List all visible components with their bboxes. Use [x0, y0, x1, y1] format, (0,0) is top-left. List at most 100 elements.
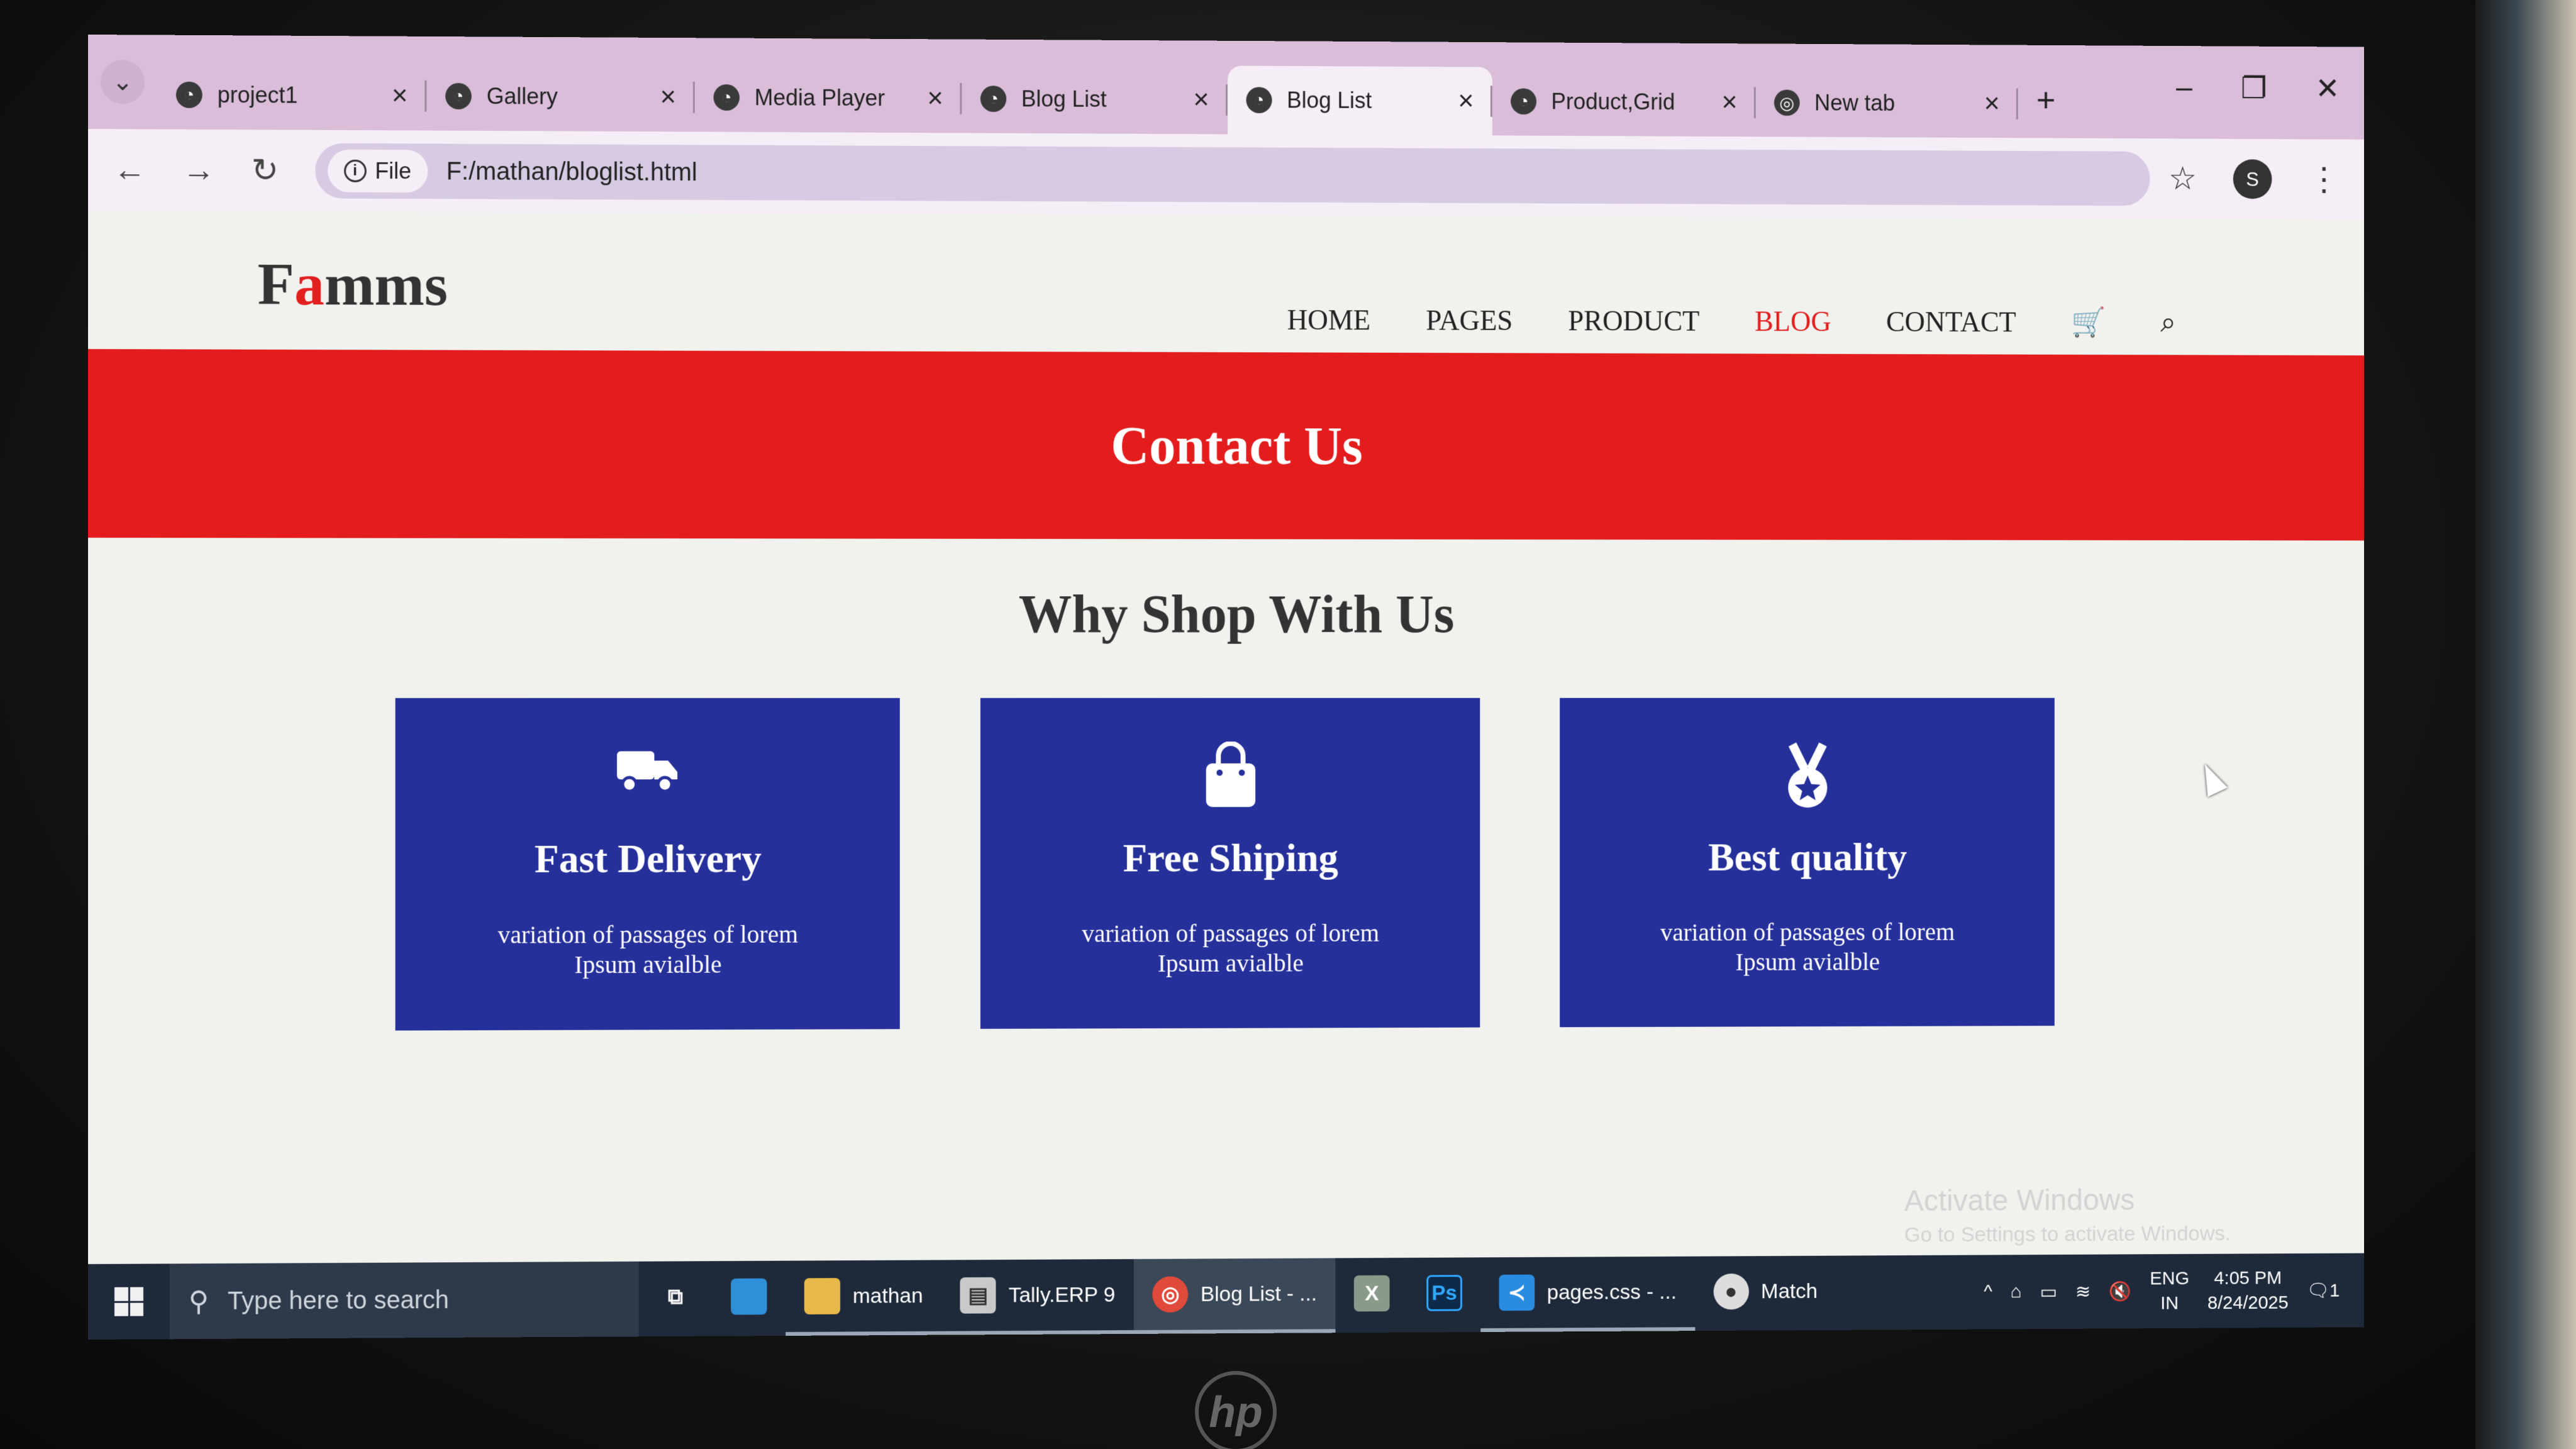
globe-icon: ◔	[1246, 87, 1272, 114]
minimize-icon[interactable]: –	[2176, 70, 2192, 105]
tab-gallery[interactable]: ◔ Gallery ×	[426, 62, 694, 132]
feature-card: Fast Delivery variation of passages of l…	[395, 697, 900, 1031]
forward-arrow-icon[interactable]: →	[182, 152, 215, 189]
vscode-icon: ≺	[1499, 1274, 1535, 1311]
feature-card: Free Shiping variation of passages of lo…	[980, 697, 1480, 1029]
taskbar-match-widget[interactable]: ● Match	[1695, 1256, 1836, 1331]
clock-date: 8/24/2025	[2207, 1292, 2289, 1314]
search-icon[interactable]: ⌕	[2160, 306, 2176, 340]
taskbar-excel[interactable]: X	[1335, 1258, 1407, 1333]
site-info-chip[interactable]: i File	[327, 149, 428, 193]
wifi-icon[interactable]: ≋	[2075, 1280, 2090, 1302]
globe-icon: ◔	[980, 86, 1007, 113]
bookmark-star-icon[interactable]: ☆	[2168, 160, 2197, 197]
network-icon[interactable]: ⌂	[2011, 1282, 2022, 1303]
nav-home[interactable]: HOME	[1287, 303, 1371, 336]
globe-icon: ◔	[1511, 88, 1537, 115]
url-text[interactable]: F:/mathan/bloglist.html	[447, 157, 697, 187]
chrome-icon: ◎	[1152, 1276, 1189, 1313]
back-arrow-icon[interactable]: ←	[113, 151, 146, 189]
tab-blog-list[interactable]: ◔ Blog List ×	[962, 64, 1228, 134]
window-controls: – ❐ ✕	[2176, 70, 2340, 106]
tab-project1[interactable]: ◔ project1 ×	[157, 60, 426, 131]
logo-rest: mms	[324, 250, 448, 318]
hero-title: Contact Us	[1111, 415, 1363, 476]
taskbar-label: Blog List - ...	[1200, 1281, 1318, 1306]
tab-product-grid[interactable]: ◔ Product,Grid ×	[1492, 67, 1756, 137]
close-icon[interactable]: ×	[392, 80, 408, 111]
taskbar-label: Match	[1761, 1279, 1818, 1303]
lang-code: ENG	[2150, 1268, 2190, 1289]
hero-banner: Contact Us	[88, 349, 2364, 541]
close-icon[interactable]: ×	[1193, 84, 1209, 116]
card-title: Best quality	[1708, 835, 1907, 879]
taskbar-chrome[interactable]: ◎ Blog List - ...	[1133, 1258, 1336, 1334]
restore-icon[interactable]: ❐	[2241, 71, 2267, 106]
globe-icon: ◔	[713, 84, 740, 111]
profile-avatar[interactable]: S	[2233, 159, 2272, 199]
taskbar: ⚲ Type here to search ⧉ mathan ▤ Tally.E…	[88, 1253, 2364, 1340]
nav-contact[interactable]: CONTACT	[1886, 305, 2016, 338]
site-header: Famms HOME PAGES PRODUCT BLOG CONTACT 🛒 …	[88, 211, 2364, 355]
language-indicator[interactable]: ENG IN	[2150, 1267, 2189, 1316]
tab-title: Blog List	[1287, 87, 1372, 113]
close-icon[interactable]: ×	[660, 82, 676, 113]
omnibox[interactable]: i File F:/mathan/bloglist.html	[314, 143, 2150, 206]
folder-icon	[804, 1278, 841, 1315]
watermark-subtitle: Go to Settings to activate Windows.	[1904, 1221, 2231, 1247]
close-icon[interactable]: ×	[1722, 87, 1738, 118]
task-view-icon: ⧉	[668, 1284, 684, 1309]
new-tab-plus-icon[interactable]: +	[2036, 81, 2056, 119]
tab-title: New tab	[1814, 89, 1896, 116]
card-text: variation of passages of lorem Ipsum avi…	[1660, 918, 1955, 976]
close-icon[interactable]: ×	[927, 83, 943, 114]
tab-title: Product,Grid	[1551, 88, 1675, 115]
photoshop-icon: Ps	[1426, 1275, 1462, 1311]
task-view-button[interactable]: ⧉	[639, 1261, 713, 1336]
taskbar-label: pages.css - ...	[1546, 1279, 1677, 1304]
feature-card: Best quality variation of passages of lo…	[1560, 697, 2055, 1028]
activate-windows-watermark: Activate Windows Go to Settings to activ…	[1904, 1183, 2231, 1248]
taskbar-tally[interactable]: ▤ Tally.ERP 9	[941, 1259, 1134, 1335]
tab-new-tab[interactable]: ◎ New tab ×	[1756, 69, 2018, 138]
tab-blog-list-active[interactable]: ◔ Blog List ×	[1228, 65, 1492, 136]
taskbar-vscode[interactable]: ≺ pages.css - ...	[1480, 1256, 1696, 1332]
store-icon	[731, 1278, 767, 1315]
shopping-bag-icon	[1200, 741, 1262, 810]
taskbar-search[interactable]: ⚲ Type here to search	[169, 1261, 639, 1340]
notification-icon[interactable]: 🗨1	[2307, 1279, 2340, 1301]
clock[interactable]: 4:05 PM 8/24/2025	[2207, 1266, 2289, 1316]
window-close-icon[interactable]: ✕	[2316, 72, 2340, 106]
card-text: variation of passages of lorem Ipsum avi…	[497, 919, 798, 979]
cart-icon[interactable]: 🛒	[2071, 306, 2106, 339]
reload-icon[interactable]: ↻	[252, 152, 279, 189]
tab-strip: ⌄ ◔ project1 × ◔ Gallery × ◔ Media Playe…	[88, 35, 2364, 140]
tab-media-player[interactable]: ◔ Media Player ×	[695, 63, 962, 133]
close-icon[interactable]: ×	[1458, 86, 1474, 117]
close-icon[interactable]: ×	[1984, 88, 2000, 119]
taskbar-file-explorer[interactable]: mathan	[786, 1260, 942, 1336]
search-icon: ⚲	[188, 1285, 209, 1317]
tab-title: project1	[217, 82, 298, 108]
taskbar-app-store[interactable]	[712, 1261, 786, 1336]
site-logo[interactable]: Famms	[258, 249, 448, 319]
nav-blog[interactable]: BLOG	[1755, 305, 1831, 338]
menu-kebab-icon[interactable]: ⋮	[2308, 161, 2340, 198]
section-title: Why Shop With Us	[1018, 584, 1455, 644]
medal-icon	[1777, 741, 1838, 809]
volume-muted-icon[interactable]: 🔇	[2109, 1280, 2131, 1302]
feature-cards: Fast Delivery variation of passages of l…	[395, 697, 2055, 1031]
card-title: Free Shiping	[1123, 835, 1338, 880]
logo-letter: F	[257, 250, 294, 318]
nav-pages[interactable]: PAGES	[1426, 304, 1513, 337]
start-button[interactable]	[88, 1263, 170, 1340]
address-bar: ← → ↻ i File F:/mathan/bloglist.html ☆ S…	[88, 129, 2364, 220]
region-code: IN	[2160, 1292, 2179, 1314]
main-nav: HOME PAGES PRODUCT BLOG CONTACT 🛒 ⌕	[1287, 303, 2176, 340]
chevron-up-icon[interactable]: ^	[1984, 1282, 1992, 1303]
taskbar-photoshop[interactable]: Ps	[1408, 1257, 1480, 1332]
logo-accent-letter: a	[294, 250, 325, 318]
battery-icon[interactable]: ▭	[2040, 1281, 2057, 1303]
tab-search-chevron-icon[interactable]: ⌄	[100, 60, 145, 104]
nav-product[interactable]: PRODUCT	[1568, 304, 1699, 338]
